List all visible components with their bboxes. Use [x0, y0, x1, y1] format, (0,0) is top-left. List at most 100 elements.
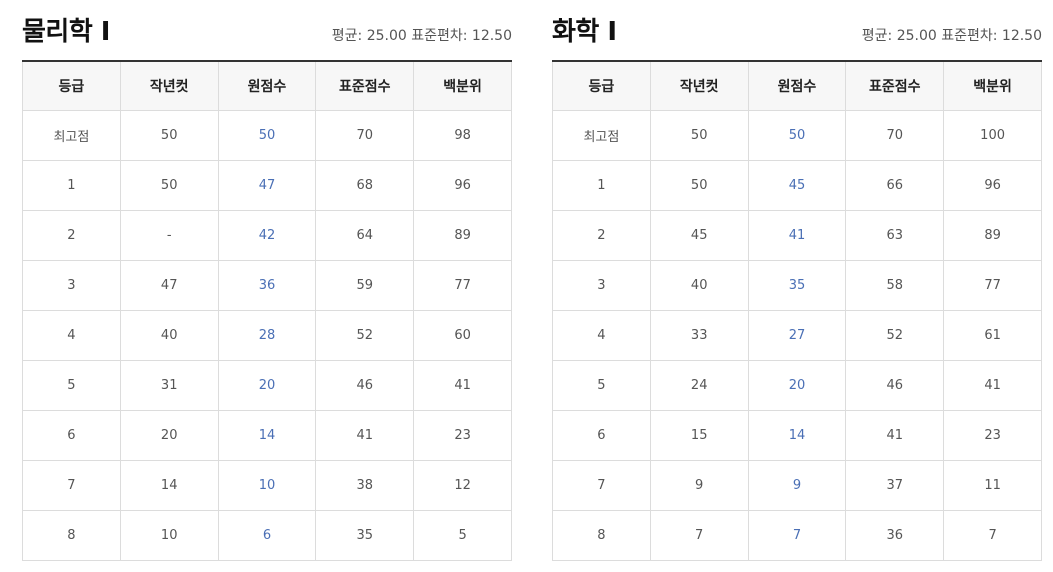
cell-standard-score: 63 — [845, 209, 945, 261]
cell-last-year-cut: 50 — [119, 159, 219, 211]
cell-standard-score: 58 — [845, 259, 945, 311]
table-row: 3 47 36 59 77 — [22, 259, 512, 311]
cell-grade: 2 — [552, 209, 651, 261]
cell-raw-score: 10 — [217, 459, 317, 511]
cell-percentile: 77 — [413, 259, 512, 311]
cell-last-year-cut: 14 — [119, 459, 219, 511]
subject-title: 화학 Ⅰ — [552, 17, 617, 47]
chemistry-panel: 화학 Ⅰ 평균: 25.00 표준편차: 12.50 등급 작년컷 원점수 표준… — [552, 0, 1042, 561]
table-row: 4 33 27 52 61 — [552, 309, 1042, 361]
physics-panel: 물리학 Ⅰ 평균: 25.00 표준편차: 12.50 등급 작년컷 원점수 표… — [22, 0, 512, 561]
header-raw-score: 원점수 — [217, 61, 317, 111]
subject-stats: 평균: 25.00 표준편차: 12.50 — [861, 28, 1042, 44]
cell-grade: 2 — [22, 209, 121, 261]
cell-standard-score: 70 — [845, 109, 945, 161]
cell-standard-score: 35 — [315, 509, 415, 561]
header-percentile: 백분위 — [943, 61, 1042, 111]
cell-standard-score: 46 — [845, 359, 945, 411]
cell-last-year-cut: 31 — [119, 359, 219, 411]
cell-percentile: 7 — [943, 509, 1042, 561]
cell-standard-score: 52 — [315, 309, 415, 361]
cell-percentile: 61 — [943, 309, 1042, 361]
table-row: 1 50 45 66 96 — [552, 159, 1042, 211]
table-row: 4 40 28 52 60 — [22, 309, 512, 361]
cell-standard-score: 36 — [845, 509, 945, 561]
cell-last-year-cut: 33 — [649, 309, 749, 361]
cell-grade: 5 — [22, 359, 121, 411]
cell-percentile: 100 — [943, 109, 1042, 161]
header-grade: 등급 — [552, 61, 651, 111]
cell-grade: 최고점 — [22, 109, 121, 161]
score-table: 등급 작년컷 원점수 표준점수 백분위 최고점 50 50 70 98 1 50 47 68 96… — [22, 60, 512, 561]
header-standard-score: 표준점수 — [845, 61, 945, 111]
cell-last-year-cut: 7 — [649, 509, 749, 561]
table-row: 8 7 7 36 7 — [552, 509, 1042, 561]
table-row: 7 9 9 37 11 — [552, 459, 1042, 511]
cell-raw-score: 7 — [747, 509, 847, 561]
cell-percentile: 41 — [943, 359, 1042, 411]
table-row: 최고점 50 50 70 100 — [552, 109, 1042, 161]
cell-percentile: 96 — [413, 159, 512, 211]
header-last-year-cut: 작년컷 — [119, 61, 219, 111]
cell-percentile: 23 — [943, 409, 1042, 461]
header-last-year-cut: 작년컷 — [649, 61, 749, 111]
table-row: 7 14 10 38 12 — [22, 459, 512, 511]
table-row: 2-42 64 89 — [22, 209, 512, 261]
cell-last-year-cut: 15 — [649, 409, 749, 461]
cell-standard-score: 66 — [845, 159, 945, 211]
cell-last-year-cut: 50 — [649, 159, 749, 211]
cell-grade: 6 — [22, 409, 121, 461]
table-row: 5 31 20 46 41 — [22, 359, 512, 411]
cell-raw-score: 47 — [217, 159, 317, 211]
cell-raw-score: 35 — [747, 259, 847, 311]
cell-grade: 5 — [552, 359, 651, 411]
score-tables-container: 물리학 Ⅰ 평균: 25.00 표준편차: 12.50 등급 작년컷 원점수 표… — [0, 0, 1053, 572]
cell-percentile: 5 — [413, 509, 512, 561]
table-row: 1 50 47 68 96 — [22, 159, 512, 211]
cell-standard-score: 37 — [845, 459, 945, 511]
cell-standard-score: 41 — [315, 409, 415, 461]
cell-raw-score: 9 — [747, 459, 847, 511]
cell-raw-score: 20 — [217, 359, 317, 411]
subject-title: 물리학 Ⅰ — [22, 17, 111, 47]
cell-grade: 4 — [552, 309, 651, 361]
cell-last-year-cut: 45 — [649, 209, 749, 261]
cell-standard-score: 38 — [315, 459, 415, 511]
panel-header: 화학 Ⅰ 평균: 25.00 표준편차: 12.50 — [552, 0, 1042, 60]
cell-last-year-cut: 50 — [649, 109, 749, 161]
header-grade: 등급 — [22, 61, 121, 111]
cell-standard-score: 68 — [315, 159, 415, 211]
cell-standard-score: 64 — [315, 209, 415, 261]
cell-percentile: 60 — [413, 309, 512, 361]
header-raw-score: 원점수 — [747, 61, 847, 111]
cell-raw-score: 14 — [747, 409, 847, 461]
table-body: 최고점 50 50 70 98 1 50 47 68 96 2-42 64 89 3 47 36 59 77 4 40… — [22, 109, 512, 561]
cell-percentile: 96 — [943, 159, 1042, 211]
header-percentile: 백분위 — [413, 61, 512, 111]
table-header-row: 등급 작년컷 원점수 표준점수 백분위 — [552, 61, 1042, 111]
cell-grade: 7 — [22, 459, 121, 511]
cell-raw-score: 42 — [217, 209, 317, 261]
cell-raw-score: 41 — [747, 209, 847, 261]
cell-grade: 7 — [552, 459, 651, 511]
table-body: 최고점 50 50 70 100 1 50 45 66 96 2 45 41 63 89 3 40 35 58 77 4… — [552, 109, 1042, 561]
cell-raw-score: 50 — [747, 109, 847, 161]
cell-grade: 6 — [552, 409, 651, 461]
cell-standard-score: 46 — [315, 359, 415, 411]
table-row: 3 40 35 58 77 — [552, 259, 1042, 311]
cell-grade: 4 — [22, 309, 121, 361]
cell-raw-score: 50 — [217, 109, 317, 161]
table-row: 8 10 6 35 5 — [22, 509, 512, 561]
cell-percentile: 77 — [943, 259, 1042, 311]
subject-stats: 평균: 25.00 표준편차: 12.50 — [331, 28, 512, 44]
table-row: 2 45 41 63 89 — [552, 209, 1042, 261]
cell-grade: 8 — [552, 509, 651, 561]
cell-last-year-cut: 47 — [119, 259, 219, 311]
cell-grade: 1 — [552, 159, 651, 211]
cell-standard-score: 52 — [845, 309, 945, 361]
cell-last-year-cut: 50 — [119, 109, 219, 161]
cell-last-year-cut: 9 — [649, 459, 749, 511]
cell-percentile: 11 — [943, 459, 1042, 511]
cell-standard-score: 41 — [845, 409, 945, 461]
table-row: 최고점 50 50 70 98 — [22, 109, 512, 161]
